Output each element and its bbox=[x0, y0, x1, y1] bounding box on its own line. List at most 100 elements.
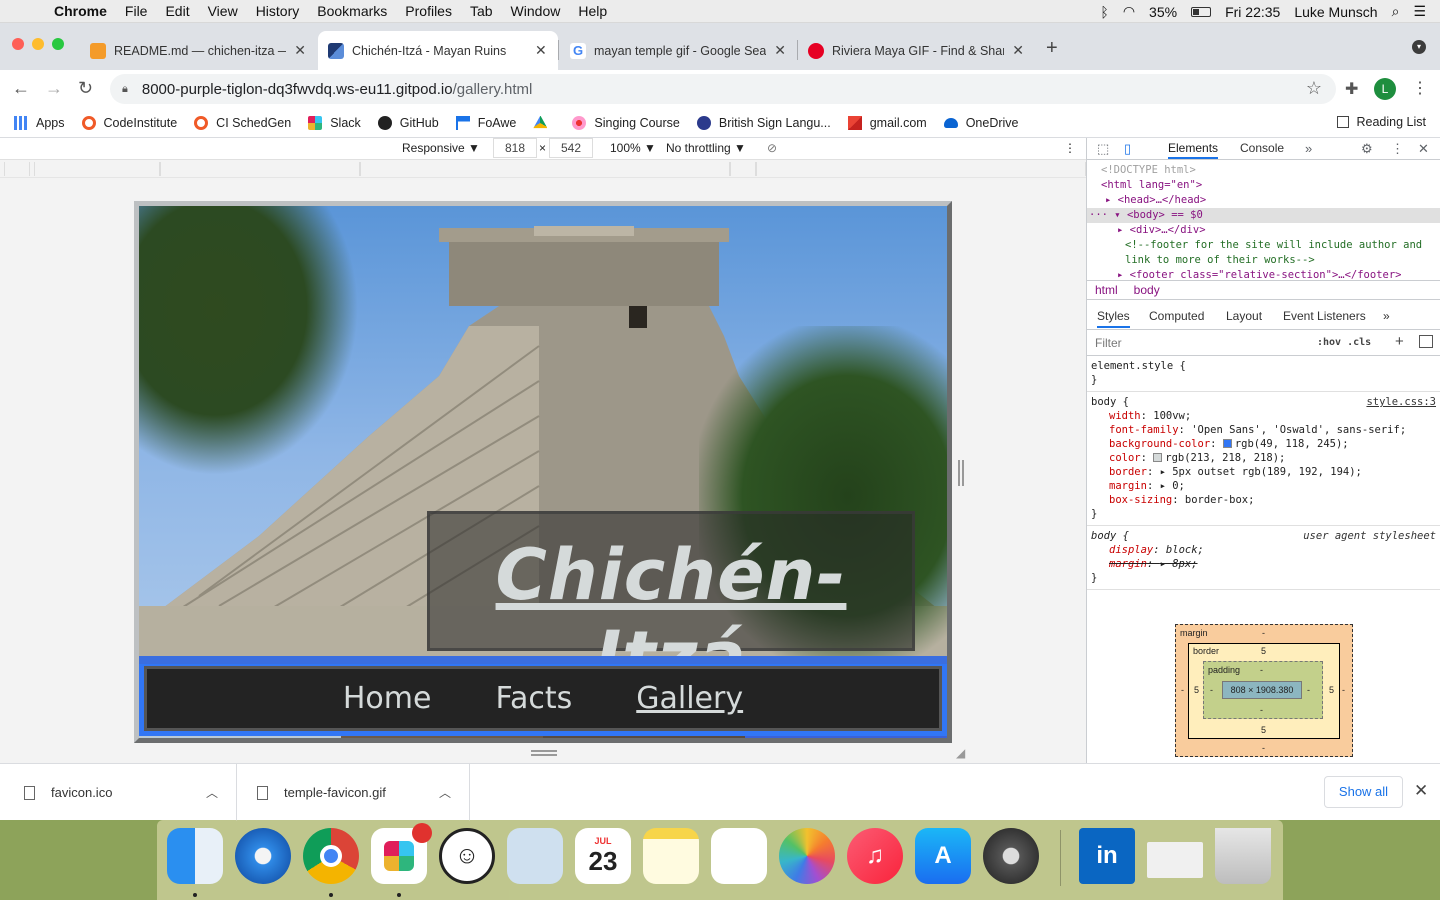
calendar-icon[interactable]: JUL 23 bbox=[575, 828, 631, 884]
box-margin-top[interactable]: - bbox=[1262, 628, 1265, 638]
spotlight-search-icon[interactable]: ⌕ bbox=[1392, 3, 1400, 20]
linkedin-icon[interactable]: in bbox=[1079, 828, 1135, 884]
bookmark-onedrive[interactable]: OneDrive bbox=[943, 116, 1019, 130]
tab-layout[interactable]: Layout bbox=[1226, 309, 1262, 323]
tab-riviera-maya-gif[interactable]: Riviera Maya GIF - Find & Shar ✕ bbox=[798, 31, 1034, 70]
responsive-dropdown[interactable]: Responsive ▼ bbox=[402, 141, 480, 155]
nav-gallery[interactable]: Gallery bbox=[636, 681, 743, 716]
box-margin-left[interactable]: - bbox=[1181, 685, 1184, 695]
address-bar[interactable]: 🔒︎ 8000-purple-tiglon-dq3fwvdq.ws-eu11.g… bbox=[110, 74, 1336, 104]
slack-app-icon[interactable] bbox=[371, 823, 432, 884]
menu-window[interactable]: Window bbox=[511, 3, 561, 19]
menu-app-name[interactable]: Chrome bbox=[54, 3, 107, 19]
css-prop[interactable]: width: 100vw; bbox=[1091, 409, 1436, 423]
css-prop[interactable]: display: block; bbox=[1091, 543, 1436, 557]
settings-gear-icon[interactable]: ⚙ bbox=[1361, 141, 1373, 157]
chrome-menu-icon[interactable]: ⋮ bbox=[1412, 78, 1428, 98]
new-tab-plus-icon[interactable]: + bbox=[1046, 37, 1058, 60]
dom-head[interactable]: ▸ <head>…</head> bbox=[1087, 193, 1440, 208]
resize-width-handle[interactable] bbox=[958, 460, 964, 486]
box-padding-left[interactable]: - bbox=[1210, 685, 1213, 695]
rule-body[interactable]: body { style.css:3 width: 100vw; font-fa… bbox=[1087, 392, 1440, 526]
dom-body-selected[interactable]: ··· ▾ <body> == $0 bbox=[1087, 208, 1440, 223]
menu-profiles[interactable]: Profiles bbox=[405, 3, 452, 19]
inspect-element-icon[interactable]: ⬚ bbox=[1097, 141, 1109, 157]
ruler-segment[interactable] bbox=[730, 162, 756, 176]
menu-history[interactable]: History bbox=[256, 3, 300, 19]
more-tabs-icon[interactable]: » bbox=[1305, 141, 1312, 156]
trash-icon[interactable] bbox=[1215, 828, 1271, 884]
box-content-size[interactable]: 808 × 1908.380 bbox=[1222, 681, 1302, 699]
css-prop-overridden[interactable]: margin: ▸ 8px; bbox=[1091, 557, 1436, 571]
menu-tab[interactable]: Tab bbox=[470, 3, 493, 19]
ruler-segment[interactable] bbox=[4, 162, 30, 176]
box-border-top[interactable]: 5 bbox=[1261, 646, 1266, 656]
app-store-icon[interactable]: A bbox=[915, 828, 971, 884]
color-swatch[interactable] bbox=[1153, 453, 1163, 462]
bookmark-british-sign-language[interactable]: British Sign Langu... bbox=[696, 115, 831, 130]
device-toolbar-menu-icon[interactable]: ⋮ bbox=[1064, 141, 1076, 155]
nav-facts[interactable]: Facts bbox=[495, 681, 572, 716]
battery-icon[interactable] bbox=[1191, 6, 1212, 17]
toggle-sidebar-icon[interactable] bbox=[1419, 335, 1433, 348]
crumb-html[interactable]: html bbox=[1095, 283, 1118, 297]
dom-comment[interactable]: <!--footer for the site will include aut… bbox=[1087, 238, 1439, 268]
devtools-menu-icon[interactable]: ⋮ bbox=[1391, 141, 1404, 157]
dom-footer[interactable]: ▸ <footer class="relative-section">…</fo… bbox=[1087, 268, 1440, 283]
gallery-thumb[interactable] bbox=[745, 736, 947, 738]
box-margin-right[interactable]: - bbox=[1342, 685, 1345, 695]
css-prop[interactable]: font-family: 'Open Sans', 'Oswald', sans… bbox=[1091, 423, 1436, 437]
chrome-icon[interactable] bbox=[303, 828, 359, 884]
bookmark-google-drive[interactable] bbox=[533, 115, 555, 130]
minimized-chrome-window-icon[interactable] bbox=[1147, 842, 1203, 878]
tab-styles[interactable]: Styles bbox=[1097, 309, 1130, 328]
crumb-body[interactable]: body bbox=[1134, 283, 1160, 297]
rule-source-link[interactable]: style.css:3 bbox=[1366, 395, 1436, 409]
close-tab-icon[interactable]: ✕ bbox=[535, 42, 547, 59]
menu-view[interactable]: View bbox=[208, 3, 238, 19]
chevron-up-icon[interactable]: ︿ bbox=[206, 784, 218, 801]
dom-html[interactable]: <html lang="en"> bbox=[1087, 178, 1440, 193]
resize-height-handle[interactable] bbox=[531, 750, 557, 756]
tab-search-chevron-icon[interactable]: ▾ bbox=[1412, 40, 1426, 54]
gallery-thumb[interactable] bbox=[139, 736, 341, 738]
resize-corner-handle[interactable]: ◢ bbox=[956, 746, 965, 760]
profile-avatar[interactable]: L bbox=[1374, 78, 1396, 100]
css-prop[interactable]: background-color: rgb(49, 118, 245); bbox=[1091, 437, 1436, 451]
lock-icon[interactable]: 🔒︎ bbox=[122, 83, 128, 96]
ruler-segment[interactable] bbox=[34, 162, 160, 176]
download-item-temple-favicon-gif[interactable]: temple-favicon.gif ︿ bbox=[237, 764, 470, 821]
dom-div[interactable]: ▸ <div>…</div> bbox=[1087, 223, 1440, 238]
close-tab-icon[interactable]: ✕ bbox=[1012, 42, 1024, 59]
menu-file[interactable]: File bbox=[125, 3, 148, 19]
zoom-dropdown[interactable]: 100% ▼ bbox=[610, 141, 656, 155]
rule-element-style[interactable]: element.style { } bbox=[1087, 356, 1440, 392]
more-subtabs-icon[interactable]: » bbox=[1383, 309, 1390, 323]
css-prop[interactable]: box-sizing: border-box; bbox=[1091, 493, 1436, 507]
site-title[interactable]: Chichén-Itzá bbox=[430, 534, 912, 656]
control-center-icon[interactable]: ☰ bbox=[1413, 3, 1426, 20]
bookmark-gmail[interactable]: gmail.com bbox=[847, 115, 927, 130]
gallery-thumb[interactable] bbox=[543, 736, 745, 738]
mail-icon[interactable] bbox=[507, 828, 563, 884]
new-style-rule-icon[interactable]: + bbox=[1395, 333, 1404, 350]
music-icon[interactable]: ♫ bbox=[847, 828, 903, 884]
reading-list-button[interactable]: Reading List bbox=[1336, 115, 1426, 129]
tab-computed[interactable]: Computed bbox=[1149, 309, 1204, 323]
close-window-button[interactable] bbox=[12, 38, 24, 50]
reload-icon[interactable]: ↻ bbox=[78, 78, 93, 99]
close-tab-icon[interactable]: ✕ bbox=[294, 42, 306, 59]
rotate-icon[interactable]: ⊘ bbox=[767, 141, 777, 155]
tab-readme[interactable]: README.md — chichen-itza — ✕ bbox=[80, 31, 316, 70]
dom-doctype[interactable]: <!DOCTYPE html> bbox=[1087, 163, 1440, 178]
bookmark-star-icon[interactable]: ☆ bbox=[1306, 78, 1322, 99]
show-all-downloads-button[interactable]: Show all bbox=[1324, 776, 1403, 808]
box-padding-top[interactable]: - bbox=[1260, 665, 1263, 675]
clock[interactable]: Fri 22:35 bbox=[1225, 4, 1280, 20]
extensions-puzzle-icon[interactable]: ✚ bbox=[1345, 79, 1358, 99]
forward-arrow-icon[interactable]: → bbox=[45, 78, 63, 99]
ruler-segment[interactable] bbox=[160, 162, 360, 176]
viewport-width-input[interactable]: 818 bbox=[493, 138, 537, 158]
user-name[interactable]: Luke Munsch bbox=[1294, 4, 1377, 20]
zoom-window-button[interactable] bbox=[52, 38, 64, 50]
